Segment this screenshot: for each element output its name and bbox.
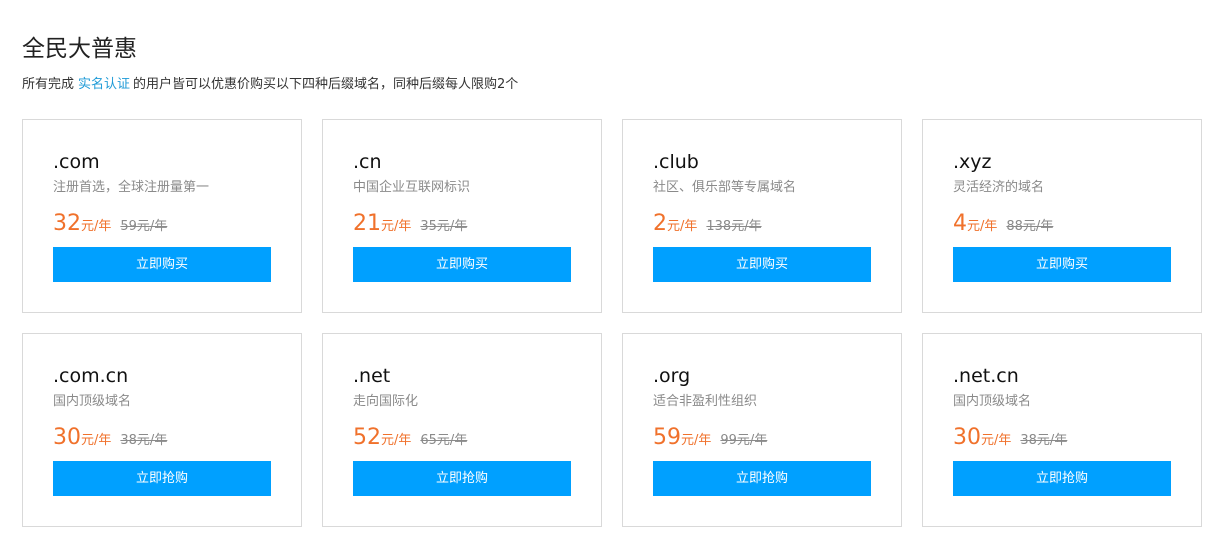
promo-description-prefix: 所有完成 [22,77,75,92]
domain-suffix: .club [653,151,699,173]
buy-now-button[interactable]: 立即购买 [353,247,571,282]
price-row: 52元/年 65元/年 [353,424,467,455]
price-row: 59元/年 99元/年 [653,424,767,455]
price-unit: 元/年 [381,433,412,448]
buy-now-button[interactable]: 立即购买 [53,247,271,282]
domain-suffix: .com.cn [53,365,129,387]
price-row: 30元/年 38元/年 [953,424,1067,455]
price-row: 21元/年 35元/年 [353,210,467,241]
sale-price: 4 [953,211,967,236]
price-row: 30元/年 38元/年 [53,424,167,455]
promo-description: 所有完成 实名认证 的用户皆可以优惠价购买以下四种后缀域名，同种后缀每人限购2个 [22,76,518,94]
page-title: 全民大普惠 [22,36,137,62]
domain-suffix: .com [53,151,100,173]
original-price: 59元/年 [120,219,168,234]
original-price: 35元/年 [420,219,468,234]
domain-suffix: .net [353,365,391,387]
sale-price: 2 [653,211,667,236]
domain-suffix: .cn [353,151,382,173]
price-unit: 元/年 [81,219,112,234]
domain-description: 中国企业互联网标识 [353,180,471,195]
buy-now-button[interactable]: 立即购买 [953,247,1171,282]
original-price: 99元/年 [720,433,768,448]
domain-suffix: .net.cn [953,365,1019,387]
original-price: 65元/年 [420,433,468,448]
domain-description: 社区、俱乐部等专属域名 [653,180,797,195]
domain-description: 走向国际化 [353,394,419,409]
domain-card-xyz: .xyz 灵活经济的域名 4元/年 88元/年 立即购买 [922,119,1202,313]
domain-card-com: .com 注册首选，全球注册量第一 32元/年 59元/年 立即购买 [22,119,302,313]
sale-price: 52 [353,425,381,450]
domain-card-net: .net 走向国际化 52元/年 65元/年 立即抢购 [322,333,602,527]
promo-description-suffix: 的用户皆可以优惠价购买以下四种后缀域名，同种后缀每人限购2个 [133,77,519,92]
price-unit: 元/年 [981,433,1012,448]
price-unit: 元/年 [81,433,112,448]
buy-now-button[interactable]: 立即购买 [653,247,871,282]
price-row: 32元/年 59元/年 [53,210,167,241]
sale-price: 30 [53,425,81,450]
sale-price: 30 [953,425,981,450]
original-price: 38元/年 [120,433,168,448]
original-price: 88元/年 [1006,219,1054,234]
domain-card-com-cn: .com.cn 国内顶级域名 30元/年 38元/年 立即抢购 [22,333,302,527]
domain-card-club: .club 社区、俱乐部等专属域名 2元/年 138元/年 立即购买 [622,119,902,313]
sale-price: 21 [353,211,381,236]
price-unit: 元/年 [667,219,698,234]
sale-price: 59 [653,425,681,450]
domain-description: 适合非盈利性组织 [653,394,758,409]
domain-offer-grid: .com 注册首选，全球注册量第一 32元/年 59元/年 立即购买 .cn 中国… [22,119,1202,527]
price-row: 2元/年 138元/年 [653,210,762,241]
domain-description: 国内顶级域名 [53,394,132,409]
original-price: 38元/年 [1020,433,1068,448]
domain-description: 国内顶级域名 [953,394,1032,409]
price-unit: 元/年 [967,219,998,234]
rush-buy-button[interactable]: 立即抢购 [953,461,1171,496]
price-row: 4元/年 88元/年 [953,210,1053,241]
price-unit: 元/年 [381,219,412,234]
rush-buy-button[interactable]: 立即抢购 [653,461,871,496]
original-price: 138元/年 [706,219,762,234]
domain-card-org: .org 适合非盈利性组织 59元/年 99元/年 立即抢购 [622,333,902,527]
rush-buy-button[interactable]: 立即抢购 [353,461,571,496]
domain-suffix: .org [653,365,691,387]
real-name-auth-link[interactable]: 实名认证 [78,77,130,92]
domain-suffix: .xyz [953,151,992,173]
price-unit: 元/年 [681,433,712,448]
rush-buy-button[interactable]: 立即抢购 [53,461,271,496]
domain-description: 灵活经济的域名 [953,180,1045,195]
domain-card-cn: .cn 中国企业互联网标识 21元/年 35元/年 立即购买 [322,119,602,313]
sale-price: 32 [53,211,81,236]
domain-description: 注册首选，全球注册量第一 [53,180,210,195]
domain-card-net-cn: .net.cn 国内顶级域名 30元/年 38元/年 立即抢购 [922,333,1202,527]
